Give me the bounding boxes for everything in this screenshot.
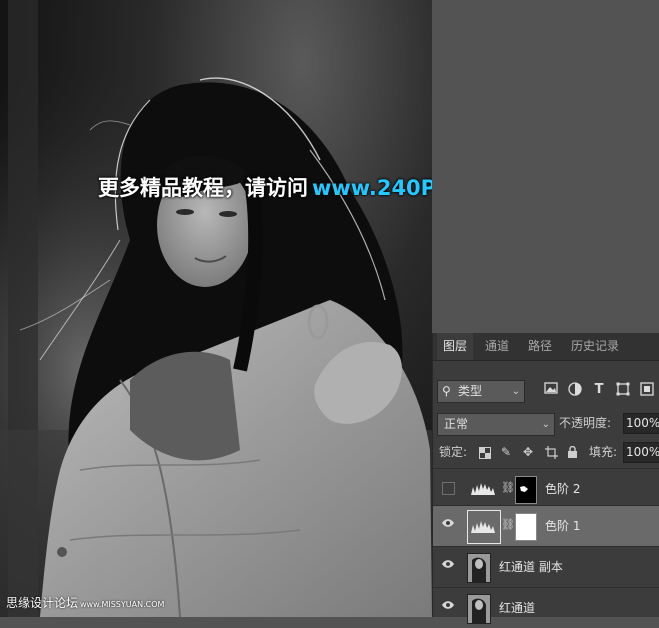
layer-red-channel[interactable]: 红通道 [433,587,659,628]
photo-image [0,0,432,617]
panel-tab-bar: 图层 通道 路径 历史记录 [433,333,659,361]
eye-icon[interactable] [441,518,455,532]
lock-label: 锁定: [439,445,468,459]
text-icon[interactable]: T [591,382,607,398]
lock-all-icon[interactable] [567,442,578,463]
tab-paths[interactable]: 路径 [522,333,558,360]
watermark: 思缘设计论坛 www.MISSYUAN.COM [6,594,164,611]
layer-mask-thumbnail[interactable] [515,476,537,504]
opacity-input[interactable]: 100% [623,413,659,434]
eye-icon[interactable] [441,600,455,614]
shape-icon[interactable] [615,382,631,398]
promo-overlay-text: 更多精品教程，请访问www.240PS.com [98,172,432,202]
chevron-down-icon: ⌄ [541,419,550,430]
eye-icon[interactable] [441,559,455,573]
smart-object-icon[interactable] [639,382,655,398]
layer-name: 红通道 副本 [499,560,563,574]
opacity-label: 不透明度: [559,416,612,430]
layer-thumbnail [467,594,491,624]
lock-artboard-icon[interactable] [545,442,558,463]
levels-adjustment-icon [467,510,501,544]
lock-brush-icon[interactable]: ✎ [501,442,511,463]
layer-levels-2[interactable]: ⛓ 色阶 2 [433,468,659,509]
layer-name: 色阶 2 [545,482,581,496]
tab-history[interactable]: 历史记录 [565,333,625,360]
search-icon: ⚲ [442,384,451,398]
blend-opacity-row: 正常 ⌄ 不透明度: 100% [433,413,659,436]
blend-mode-label: 正常 [444,417,469,431]
layer-filter-row: ⚲ 类型 ⌄ T [433,380,659,404]
filter-kind-select[interactable]: ⚲ 类型 ⌄ [437,380,525,403]
visibility-off-box[interactable] [442,482,455,495]
mask-link-icon[interactable]: ⛓ [501,481,515,494]
mask-link-icon[interactable]: ⛓ [501,518,515,531]
image-icon[interactable] [543,382,559,398]
promo-overlay-url: www.240PS.com [312,176,432,200]
lock-move-icon[interactable]: ✥ [523,442,533,463]
lock-fill-row: 锁定: ✎ ✥ 填充: 100% [433,442,659,464]
levels-adjustment-icon [469,475,497,503]
tab-channels[interactable]: 通道 [479,333,515,360]
layers-panel: 图层 通道 路径 历史记录 ⚲ 类型 ⌄ T 正常 ⌄ 不透明度: 100% 锁… [432,333,659,624]
adjustment-icon[interactable] [567,382,583,398]
filter-kind-label: 类型 [458,384,483,398]
document-canvas[interactable]: 更多精品教程，请访问www.240PS.com 思缘设计论坛www.MISSYU… [0,0,432,617]
watermark-text: 思缘设计论坛 [6,596,79,610]
layer-levels-1[interactable]: ⛓ 色阶 1 [433,505,659,546]
layer-thumbnail [467,553,491,583]
layer-name: 色阶 1 [545,519,581,533]
workspace-background [432,0,659,333]
layer-mask-thumbnail[interactable] [515,513,537,541]
chevron-down-icon: ⌄ [511,386,520,397]
tab-layers[interactable]: 图层 [437,333,474,360]
layer-name: 红通道 [499,601,536,615]
fill-label: 填充: [589,445,618,459]
fill-input[interactable]: 100% [623,442,659,463]
blend-mode-select[interactable]: 正常 ⌄ [437,413,555,436]
watermark-url: www.MISSYUAN.COM [80,600,165,609]
promo-overlay-cn: 更多精品教程，请访问 [98,176,308,200]
lock-transparent-icon[interactable] [479,442,491,463]
layer-red-channel-copy[interactable]: 红通道 副本 [433,546,659,587]
